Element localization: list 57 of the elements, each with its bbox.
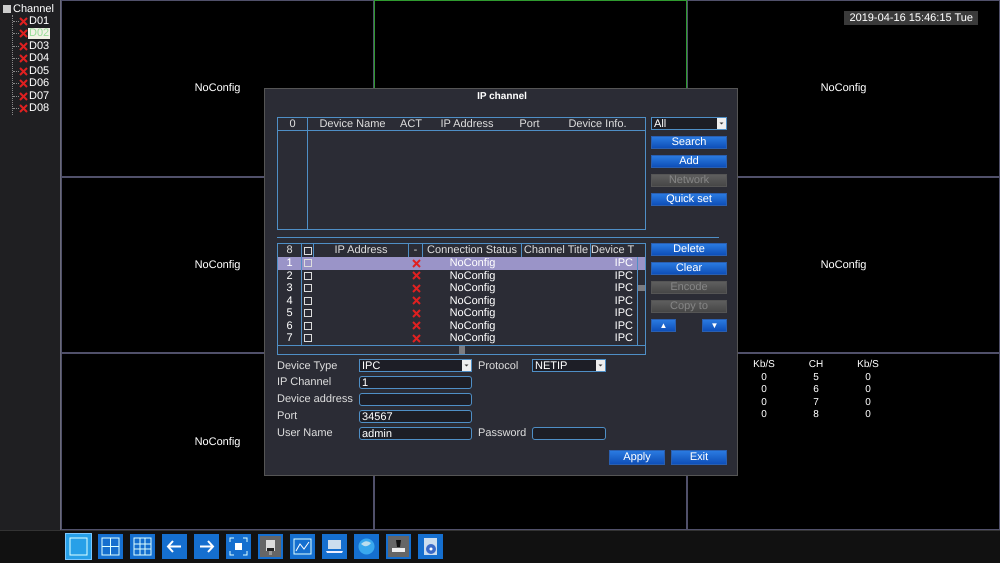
table-cell: 6: [278, 320, 302, 332]
stats-value: 0: [864, 409, 872, 422]
table-cell-text: IPC: [614, 282, 634, 294]
stats-value: 0: [864, 384, 872, 397]
table-cell-text: NoConfig: [448, 332, 496, 344]
stats-value: 0: [760, 396, 768, 410]
table-cell-text: NoConfig: [448, 307, 496, 320]
tile-status: NoConfig: [820, 82, 866, 94]
column-header: Device Info.: [567, 118, 628, 131]
tile-status: NoConfig: [194, 258, 240, 271]
stats-value: 8: [812, 409, 820, 422]
table-cell: 7: [278, 332, 302, 344]
stats-value: 7: [812, 396, 820, 410]
stats-value: 0: [760, 409, 768, 422]
stats-value: 5: [812, 372, 820, 384]
table-cell-text: IPC: [614, 307, 634, 320]
column-header: Port: [518, 118, 541, 131]
column-header: IP Address: [440, 118, 494, 131]
stats-header: Kb/S: [752, 359, 776, 372]
stats-value: 0: [864, 396, 872, 410]
stats-value: 0: [864, 372, 872, 384]
table-cell: 3: [278, 282, 302, 294]
tree-title: Channel: [13, 3, 54, 15]
table-cell-text: NoConfig: [448, 282, 496, 294]
field-label: Protocol: [478, 360, 520, 372]
table-cell-text: NoConfig: [448, 270, 496, 282]
table-cell-text: IPC: [614, 257, 634, 270]
stats-value: 0: [760, 384, 768, 397]
dialog-title: IP channel: [476, 91, 528, 104]
stats-value: 6: [812, 384, 820, 397]
timestamp: 2019-04-16 15:46:15 Tue: [844, 11, 978, 25]
table-cell: 2: [278, 270, 302, 282]
stats-header: Kb/S: [856, 359, 880, 372]
table-cell-text: NoConfig: [448, 320, 496, 332]
table-cell: 5: [278, 307, 302, 320]
table-cell-text: IPC: [614, 320, 634, 332]
tile-status: NoConfig: [194, 436, 240, 448]
table-cell: 4: [278, 294, 302, 307]
table-cell-text: NoConfig: [448, 257, 496, 270]
table-cell-text: IPC: [614, 332, 634, 344]
table-cell-text: NoConfig: [448, 294, 496, 307]
field-label: User Name: [277, 427, 334, 440]
column-header: 0: [278, 118, 308, 131]
field-label: IP Channel: [277, 376, 332, 388]
tile-status: NoConfig: [194, 82, 240, 94]
field-label: Device address: [277, 393, 354, 406]
column-header: Device T: [591, 244, 636, 257]
table-cell: 1: [278, 257, 302, 270]
field-label: Port: [277, 410, 298, 422]
tile-status: NoConfig: [820, 258, 866, 271]
table-cell-text: IPC: [614, 270, 634, 282]
stats-value: 0: [760, 372, 768, 384]
field-label: Device Type: [277, 360, 338, 372]
field-label: Password: [478, 427, 528, 440]
column-header: ACT: [399, 118, 423, 131]
stats-header: CH: [808, 359, 824, 372]
table-cell-text: IPC: [614, 294, 634, 307]
